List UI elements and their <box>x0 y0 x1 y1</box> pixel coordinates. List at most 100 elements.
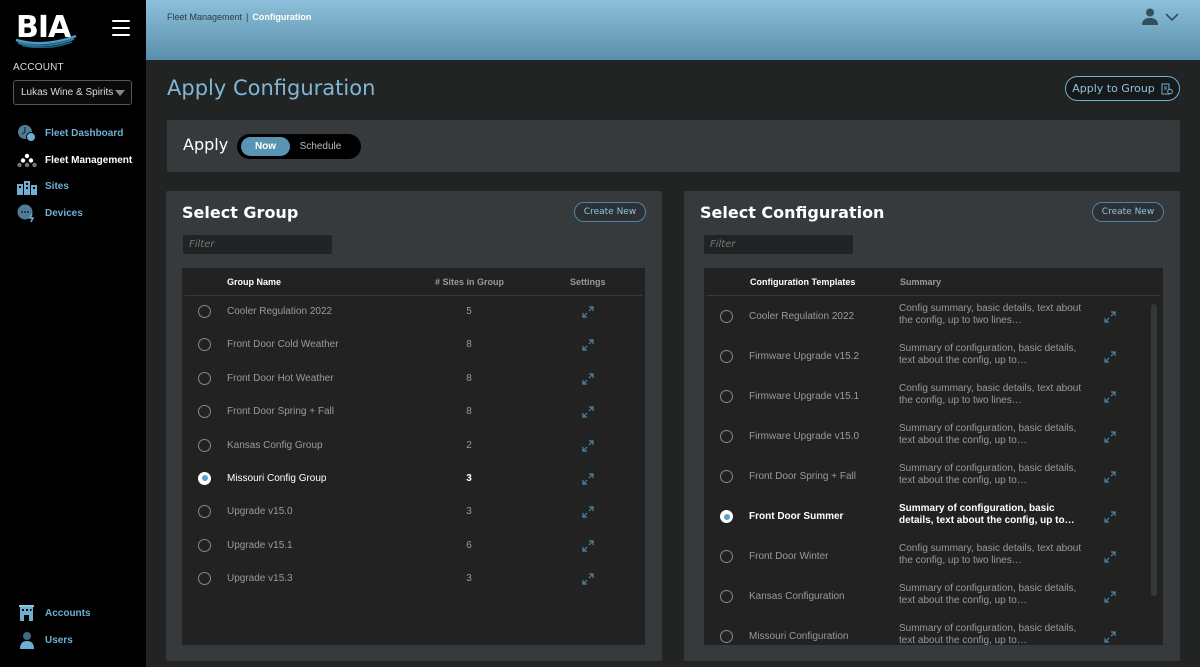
expand-configuration-icon[interactable] <box>1104 350 1116 363</box>
configuration-radio-button[interactable] <box>720 310 733 323</box>
configuration-table-row[interactable]: Firmware Upgrade v15.0 Summary of configu… <box>704 417 1144 457</box>
configuration-filter-input[interactable] <box>704 235 853 254</box>
configuration-table-row[interactable]: Firmware Upgrade v15.1 Config summary, ba… <box>704 377 1144 417</box>
group-table-row[interactable]: Upgrade v15.0 3 <box>182 496 645 529</box>
configuration-radio-button[interactable] <box>720 590 733 603</box>
configuration-table-row[interactable]: Missouri Configuration Summary of configu… <box>704 617 1144 645</box>
configuration-table-row[interactable]: Cooler Regulation 2022 Config summary, ba… <box>704 297 1144 337</box>
devices-icon <box>17 204 37 223</box>
toggle-schedule-option[interactable]: Schedule <box>293 137 348 156</box>
group-table-row[interactable]: Upgrade v15.1 6 <box>182 530 645 563</box>
configuration-summary-cell: Config summary, basic details, text abou… <box>899 543 1082 566</box>
group-radio-button[interactable] <box>198 305 211 318</box>
configuration-radio-button[interactable] <box>720 390 733 403</box>
configuration-table-row[interactable]: Kansas Configuration Summary of configura… <box>704 577 1144 617</box>
group-table: Group Name # Sites in Group Settings Coo… <box>182 268 645 645</box>
primary-nav: Fleet Dashboard Fleet Management Sites D… <box>0 120 146 227</box>
configuration-table-row[interactable]: Firmware Upgrade v15.2 Summary of configu… <box>704 337 1144 377</box>
group-radio-button[interactable] <box>198 505 211 519</box>
configuration-summary-cell: Summary of configuration, basic details,… <box>899 423 1077 446</box>
breadcrumb-fleet-management[interactable]: Fleet Management <box>167 12 242 22</box>
column-header-group-name[interactable]: Group Name <box>227 277 281 287</box>
sidebar-item-label: Devices <box>45 207 83 219</box>
configuration-table-row[interactable]: Front Door Spring + Fall Summary of confi… <box>704 457 1144 497</box>
group-radio-button[interactable] <box>198 572 211 586</box>
logo-wave-icon <box>15 34 77 48</box>
expand-configuration-icon[interactable] <box>1104 470 1116 483</box>
group-radio-button[interactable] <box>198 538 211 552</box>
sidebar-item-devices[interactable]: Devices <box>0 200 146 227</box>
expand-settings-icon[interactable] <box>582 338 594 351</box>
group-table-row[interactable]: Front Door Cold Weather 8 <box>182 329 645 362</box>
group-filter-input[interactable] <box>183 235 332 254</box>
configuration-table-row[interactable]: Front Door Winter Config summary, basic d… <box>704 537 1144 577</box>
expand-configuration-icon[interactable] <box>1104 550 1116 563</box>
toggle-now-option[interactable]: Now <box>241 137 290 156</box>
group-radio-button[interactable] <box>198 338 211 352</box>
configuration-radio-button[interactable] <box>720 550 733 563</box>
account-select[interactable]: Lukas Wine & Spirits <box>13 80 132 105</box>
group-table-row[interactable]: Missouri Config Group 3 <box>182 463 645 496</box>
expand-settings-icon[interactable] <box>582 572 594 585</box>
configuration-name-cell: Firmware Upgrade v15.0 <box>749 431 860 442</box>
apply-timing-bar: Apply Now Schedule <box>167 120 1180 172</box>
group-radio-button[interactable] <box>198 438 211 452</box>
group-table-row[interactable]: Front Door Hot Weather 8 <box>182 363 645 396</box>
sidebar: BIA ACCOUNT Lukas Wine & Spirits Fleet D… <box>0 0 146 667</box>
user-menu[interactable] <box>1142 8 1180 25</box>
expand-settings-icon[interactable] <box>582 372 594 385</box>
column-header-summary: Summary <box>900 277 942 287</box>
expand-configuration-icon[interactable] <box>1104 390 1116 403</box>
page-title: Apply Configuration <box>167 76 376 100</box>
apply-to-group-button[interactable]: Apply to Group <box>1065 76 1180 101</box>
expand-configuration-icon[interactable] <box>1104 510 1116 523</box>
configuration-summary-cell: Config summary, basic details, text abou… <box>899 383 1082 406</box>
group-radio-button[interactable] <box>198 371 211 385</box>
sidebar-item-accounts[interactable]: Accounts <box>0 600 146 627</box>
expand-configuration-icon[interactable] <box>1104 310 1116 323</box>
group-radio-button[interactable] <box>198 405 211 419</box>
configuration-radio-button[interactable] <box>720 510 733 523</box>
bia-logo[interactable]: BIA <box>14 12 80 48</box>
group-radio-button[interactable] <box>198 471 211 485</box>
apply-to-group-label: Apply to Group <box>1072 82 1155 95</box>
menu-toggle-button[interactable] <box>112 20 130 36</box>
configuration-table-scrollbar[interactable] <box>1151 304 1157 596</box>
expand-settings-icon[interactable] <box>582 505 594 518</box>
expand-settings-icon[interactable] <box>582 539 594 552</box>
configuration-radio-button[interactable] <box>720 470 733 483</box>
configuration-radio-button[interactable] <box>720 630 733 643</box>
create-new-configuration-button[interactable]: Create New <box>1092 202 1164 222</box>
sidebar-item-fleet-dashboard[interactable]: Fleet Dashboard <box>0 120 146 147</box>
expand-configuration-icon[interactable] <box>1104 590 1116 603</box>
sites-count-cell: 8 <box>466 406 472 418</box>
caret-down-icon <box>115 90 125 96</box>
group-table-row[interactable]: Upgrade v15.3 3 <box>182 563 645 596</box>
select-group-title: Select Group <box>182 203 299 222</box>
sidebar-item-fleet-management[interactable]: Fleet Management <box>0 147 146 174</box>
group-table-row[interactable]: Kansas Config Group 2 <box>182 430 645 463</box>
expand-settings-icon[interactable] <box>582 472 594 485</box>
expand-settings-icon[interactable] <box>582 439 594 452</box>
column-header-configuration-templates[interactable]: Configuration Templates <box>750 277 855 287</box>
account-label: ACCOUNT <box>13 62 64 73</box>
group-table-row[interactable]: Cooler Regulation 2022 5 <box>182 296 645 329</box>
apply-label: Apply <box>183 135 229 154</box>
sidebar-item-sites[interactable]: Sites <box>0 173 146 200</box>
configuration-name-cell: Cooler Regulation 2022 <box>749 311 855 322</box>
configuration-radio-button[interactable] <box>720 350 733 363</box>
configuration-name-cell: Front Door Winter <box>749 551 829 562</box>
create-new-group-button[interactable]: Create New <box>574 202 646 222</box>
sidebar-item-users[interactable]: Users <box>0 627 146 654</box>
apply-timing-toggle[interactable]: Now Schedule <box>237 134 361 159</box>
expand-configuration-icon[interactable] <box>1104 430 1116 443</box>
configuration-table-row[interactable]: Front Door Summer Summary of configuratio… <box>704 497 1144 537</box>
expand-settings-icon[interactable] <box>582 405 594 418</box>
expand-configuration-icon[interactable] <box>1104 630 1116 643</box>
secondary-nav: Accounts Users <box>0 600 146 653</box>
configuration-summary-cell: Summary of configuration, basic details,… <box>899 343 1077 366</box>
configuration-radio-button[interactable] <box>720 430 733 443</box>
group-table-row[interactable]: Front Door Spring + Fall 8 <box>182 396 645 429</box>
column-header-sites-in-group[interactable]: # Sites in Group <box>435 277 504 287</box>
expand-settings-icon[interactable] <box>582 305 594 318</box>
